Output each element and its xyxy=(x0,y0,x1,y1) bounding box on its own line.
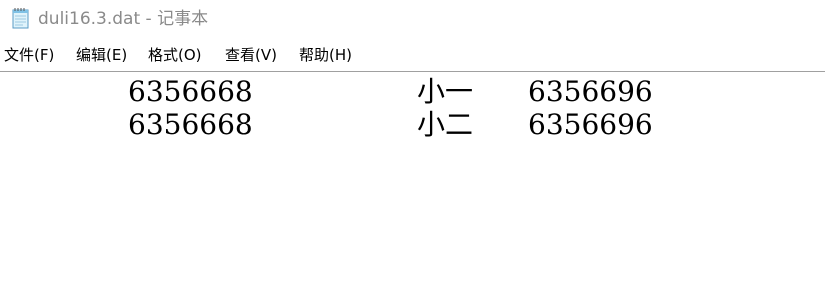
text-editor-area[interactable]: 6356668 小一 6356696 6356668 小二 6356696 xyxy=(0,72,825,283)
menu-help[interactable]: 帮助(H) xyxy=(299,44,352,66)
line-value-2: 6356696 xyxy=(528,75,653,108)
menu-view[interactable]: 查看(V) xyxy=(225,44,277,66)
line-value-1: 6356668 xyxy=(128,108,253,141)
text-line: 6356668 小二 6356696 xyxy=(0,108,825,142)
menu-edit[interactable]: 编辑(E) xyxy=(76,44,127,66)
notepad-icon xyxy=(11,7,31,29)
menu-file[interactable]: 文件(F) xyxy=(4,44,54,66)
menu-format[interactable]: 格式(O) xyxy=(148,44,202,66)
line-value-2: 6356696 xyxy=(528,108,653,141)
line-name: 小二 xyxy=(417,108,474,141)
line-value-1: 6356668 xyxy=(128,75,253,108)
window-title: duli16.3.dat - 记事本 xyxy=(38,9,209,29)
menu-bar: 文件(F) 编辑(E) 格式(O) 查看(V) 帮助(H) xyxy=(0,38,825,72)
title-bar: duli16.3.dat - 记事本 xyxy=(0,0,825,38)
text-line: 6356668 小一 6356696 xyxy=(0,75,825,109)
line-name: 小一 xyxy=(417,75,474,108)
